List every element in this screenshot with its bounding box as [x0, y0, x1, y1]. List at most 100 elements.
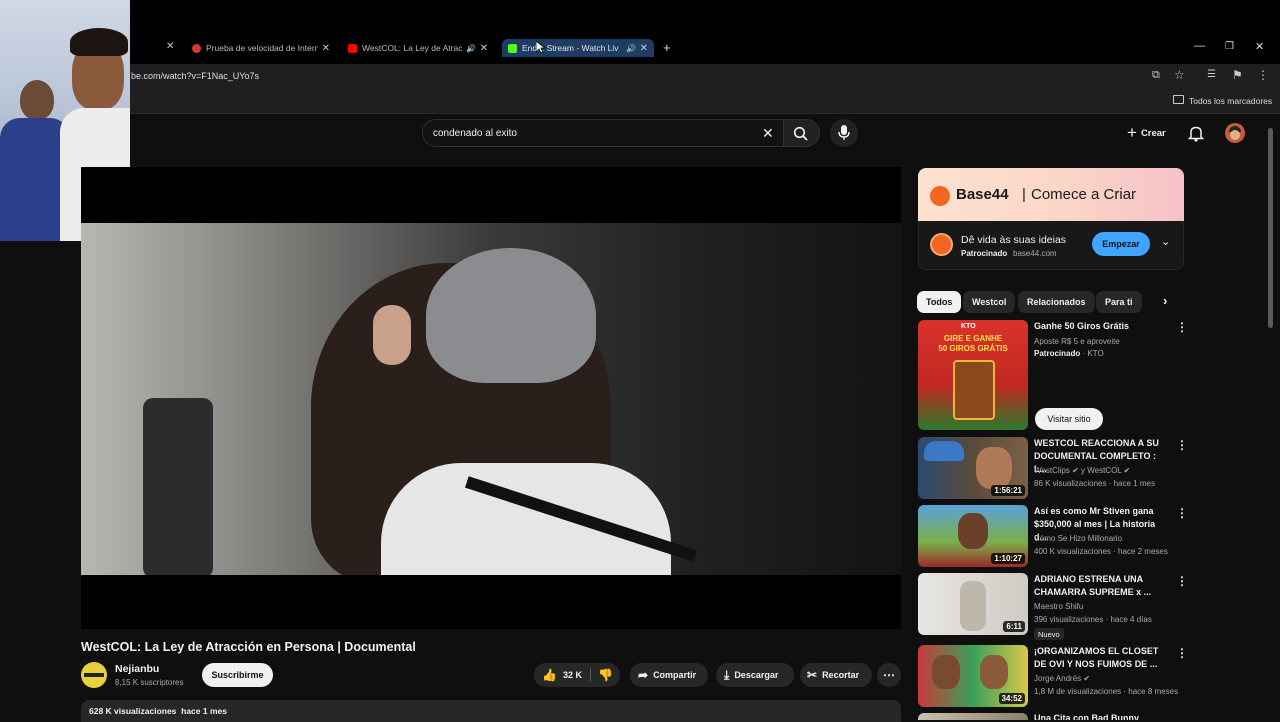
chip-relacionados[interactable]: Relacionados — [1018, 291, 1095, 313]
recommendation-channel[interactable]: WestClips ✔ y WestCOL ✔ — [1034, 466, 1130, 475]
webcam-person-hair — [70, 28, 128, 56]
search-box[interactable]: condenado al exito ✕ — [422, 119, 784, 147]
video-player[interactable] — [81, 167, 901, 629]
create-label: Crear — [1140, 127, 1166, 139]
address-bar: be.com/watch?v=F1Nac_UYo7s ⧉ ☆ ☰ ⚑ ⋮ — [0, 64, 1280, 88]
download-label: Descargar — [734, 670, 779, 680]
like-icon[interactable]: 👍 — [542, 668, 557, 682]
ad-tagline: Comece a Criar — [1031, 186, 1137, 203]
clear-search-icon[interactable]: ✕ — [762, 125, 774, 142]
search-button[interactable] — [784, 119, 820, 147]
clip-button[interactable]: ✂ Recortar — [800, 663, 872, 687]
thumb-face-graphic — [932, 655, 960, 689]
subscribe-button[interactable]: Suscribirme — [202, 663, 273, 687]
dislike-icon[interactable]: 👎 — [598, 668, 613, 682]
avatar-glasses — [84, 673, 104, 677]
share-label: Compartir — [653, 670, 697, 680]
speaker-icon[interactable]: 🔊 — [626, 44, 636, 53]
video-person-shirt — [381, 463, 671, 575]
chevron-down-icon[interactable]: ⌄ — [1161, 235, 1170, 248]
ad-brand: Base44 — [956, 186, 1009, 203]
ad-cta-button[interactable]: Empezar — [1092, 232, 1150, 256]
recommendation-title[interactable]: ¡ORGANIZAMOS EL CLOSET DE OVI Y NOS FUIM… — [1034, 645, 1170, 671]
chips-next-chevron-icon[interactable]: › — [1163, 293, 1167, 308]
avatar[interactable] — [1225, 123, 1245, 143]
new-tab-button[interactable]: + — [663, 40, 671, 55]
recommendation-thumbnail[interactable]: 34:52 — [918, 645, 1028, 707]
ad-domain: base44.com — [1013, 249, 1057, 258]
kto-logo-text: KTO — [961, 323, 976, 330]
speaker-icon[interactable]: 🔊 — [466, 44, 476, 53]
sponsored-desc: Aposte R$ 5 e aproveite — [1034, 337, 1120, 346]
ad-dot-separator: · — [1005, 249, 1008, 258]
search-input[interactable]: condenado al exito — [433, 128, 517, 139]
new-badge: Nuevo — [1034, 628, 1064, 640]
search-icon — [793, 126, 808, 141]
install-app-icon[interactable]: ⧉ — [1152, 69, 1160, 82]
sponsored-thumbnail[interactable]: KTO GIRE E GANHE 50 GIROS GRÁTIS — [918, 320, 1028, 430]
notifications-bell-icon[interactable] — [1188, 125, 1204, 142]
chip-para-ti[interactable]: Para ti — [1096, 291, 1142, 313]
extensions-icon[interactable]: ☰ — [1207, 69, 1216, 80]
like-divider — [590, 668, 591, 682]
close-tab-icon[interactable]: ✕ — [640, 43, 648, 54]
recommendation-title[interactable]: ADRIANO ESTRENA UNA CHAMARRA SUPREME x .… — [1034, 573, 1170, 599]
chip-westcol[interactable]: Westcol — [963, 291, 1016, 313]
tab-speed-test[interactable]: Prueba de velocidad de Interne ✕ — [192, 39, 338, 57]
more-vert-icon[interactable]: ⋮ — [1176, 506, 1188, 520]
channel-avatar[interactable] — [81, 662, 107, 688]
more-vert-icon[interactable]: ⋮ — [1176, 574, 1188, 588]
create-button[interactable]: + Crear — [1119, 121, 1175, 145]
url-text[interactable]: be.com/watch?v=F1Nac_UYo7s — [131, 71, 259, 81]
more-vert-icon[interactable]: ⋮ — [1176, 646, 1188, 660]
chip-todos[interactable]: Todos — [917, 291, 962, 313]
recommendation-title[interactable]: Una Cita con Bad Bunny — [1034, 712, 1170, 720]
window-close-icon[interactable]: ✕ — [1255, 40, 1264, 53]
thumb-caption-1: GIRE E GANHE — [943, 334, 1003, 343]
recommendation-channel[interactable]: Jorge Andrés ✔ — [1034, 674, 1090, 683]
webcam-person-small-face — [20, 80, 54, 120]
video-person-hand — [373, 305, 411, 365]
recommendation-thumbnail[interactable]: 1:10:27 — [918, 505, 1028, 567]
ad-banner[interactable]: Base44 | Comece a Criar — [918, 168, 1184, 221]
tab-westcol[interactable]: WestCOL: La Ley de Atracci 🔊 ✕ — [348, 39, 494, 57]
share-button[interactable]: ➦ Compartir — [630, 663, 708, 687]
more-vert-icon[interactable]: ⋮ — [1176, 438, 1188, 452]
restore-icon[interactable]: ❐ — [1225, 41, 1234, 52]
bookmark-star-icon[interactable]: ☆ — [1174, 68, 1185, 82]
sponsored-label: Patrocinado — [1034, 349, 1081, 358]
profile-icon[interactable]: ⚑ — [1232, 68, 1243, 82]
close-tab-icon[interactable]: ✕ — [166, 41, 174, 52]
scissors-icon: ✂ — [807, 668, 818, 682]
browser-menu-icon[interactable]: ⋮ — [1257, 68, 1269, 82]
download-icon: ⤓ — [724, 667, 730, 682]
more-vert-icon[interactable]: ⋮ — [1176, 320, 1188, 334]
recommendation-meta: 396 visualizaciones · hace 4 días — [1034, 615, 1152, 624]
sponsored-title[interactable]: Ganhe 50 Giros Grátis — [1034, 320, 1170, 333]
tab-kick-stream[interactable]: End... Stream - Watch Liv 🔊 ✕ — [502, 39, 654, 57]
visit-site-button[interactable]: Visitar sitio — [1035, 408, 1103, 430]
base44-logo-icon — [930, 186, 950, 206]
channel-name[interactable]: Nejianbu — [115, 663, 159, 675]
recommendation-channel[interactable]: Cómo Se Hizo Millonario — [1034, 534, 1122, 543]
more-actions-button[interactable]: ⋯ — [877, 663, 901, 687]
plus-icon: + — [1127, 123, 1137, 142]
close-tab-icon[interactable]: ✕ — [480, 43, 488, 54]
voice-search-button[interactable] — [830, 119, 858, 147]
like-count[interactable]: 32 K — [563, 670, 582, 680]
close-tab-icon[interactable]: ✕ — [322, 43, 330, 54]
recommendation-thumbnail[interactable] — [918, 713, 1028, 720]
all-bookmarks-link[interactable]: Todos los marcadores — [1189, 96, 1272, 106]
ad-headline[interactable]: Dê vida às suas ideias — [961, 234, 1066, 246]
description-box[interactable]: 628 K visualizaciones hace 1 mes — [81, 700, 901, 722]
recommendation-channel[interactable]: Maestro Shifu — [1034, 602, 1083, 611]
thumb-face-graphic — [958, 513, 988, 549]
minimize-icon[interactable]: — — [1194, 40, 1205, 52]
clip-label: Recortar — [822, 670, 860, 680]
page-scrollbar[interactable] — [1268, 128, 1273, 328]
video-duration: 6:11 — [1003, 621, 1025, 632]
recommendation-thumbnail[interactable]: 1:56:21 — [918, 437, 1028, 499]
recommendation-thumbnail[interactable]: 6:11 — [918, 573, 1028, 635]
video-person-cap — [426, 248, 596, 383]
download-button[interactable]: ⤓ Descargar — [716, 663, 794, 687]
